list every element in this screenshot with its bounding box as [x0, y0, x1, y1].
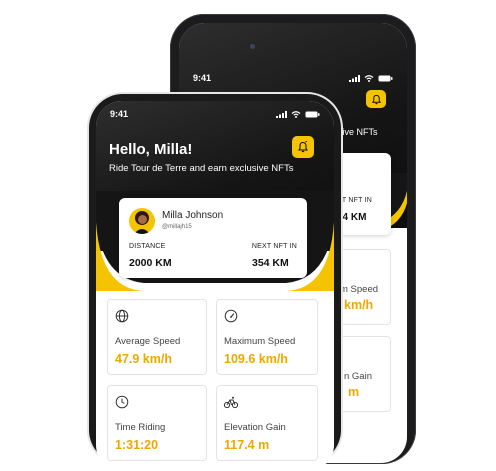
front-status-bar: 9:41	[96, 109, 334, 119]
back-stat-tile-1-value: km/h	[344, 298, 374, 312]
back-next-nft-label: XT NFT IN	[337, 197, 372, 204]
notification-button[interactable]	[292, 136, 314, 158]
distance-label: DISTANCE	[129, 243, 166, 250]
stat-value: 117.4 m	[224, 438, 270, 452]
front-status-time: 9:41	[110, 109, 129, 119]
back-stat-tile-2-value: m	[348, 385, 360, 399]
back-status-time: 9:41	[193, 73, 212, 83]
stat-label: Time Riding	[115, 422, 166, 433]
back-status-icons	[349, 74, 393, 82]
stat-tile-average-speed[interactable]: Average Speed 47.9 km/h	[107, 299, 207, 375]
stat-value: 109.6 km/h	[224, 352, 288, 366]
front-status-icons	[276, 110, 320, 118]
avatar	[129, 208, 155, 234]
back-camera	[250, 44, 255, 49]
back-stat-tile-2-label: n Gain	[344, 371, 372, 382]
stat-value: 1:31:20	[115, 438, 159, 452]
globe-icon	[115, 309, 129, 323]
battery-icon	[378, 75, 393, 81]
bicycle-icon	[223, 396, 239, 409]
front-phone: 9:41 Hello, Milla! Ride Tour de Terre an…	[89, 94, 341, 471]
distance-value: 2000 KM	[129, 257, 172, 269]
avatar-portrait-icon	[134, 211, 150, 234]
back-next-nft-value: 54 KM	[337, 212, 367, 223]
profile-card[interactable]: Milla Johnson @millajh15 DISTANCE 2000 K…	[119, 198, 307, 278]
clock-icon	[115, 395, 129, 409]
front-phone-screen: 9:41 Hello, Milla! Ride Tour de Terre an…	[96, 101, 334, 471]
stat-tile-time-riding[interactable]: Time Riding 1:31:20	[107, 385, 207, 461]
bell-icon	[371, 94, 381, 104]
greeting-subtitle: Ride Tour de Terre and earn exclusive NF…	[109, 163, 294, 174]
greeting-title: Hello, Milla!	[109, 141, 193, 158]
stat-label: Average Speed	[115, 336, 181, 347]
wifi-icon	[291, 110, 301, 118]
profile-handle: @millajh15	[162, 224, 192, 230]
stat-tile-maximum-speed[interactable]: Maximum Speed 109.6 km/h	[216, 299, 318, 375]
bell-icon	[297, 141, 309, 153]
speedometer-icon	[224, 309, 238, 323]
stat-tile-elevation-gain[interactable]: Elevation Gain 117.4 m	[216, 385, 318, 461]
next-nft-value: 354 KM	[252, 257, 289, 269]
back-status-bar: 9:41	[179, 73, 407, 83]
back-notification-button[interactable]	[366, 90, 386, 108]
stat-label: Maximum Speed	[224, 336, 296, 347]
back-stat-tile-1-label: m Speed	[340, 284, 379, 295]
signal-icon	[349, 74, 360, 82]
stat-label: Elevation Gain	[224, 422, 286, 433]
next-nft-label: NEXT NFT IN	[251, 243, 297, 250]
signal-icon	[276, 110, 287, 118]
stat-value: 47.9 km/h	[115, 352, 172, 366]
battery-icon	[305, 111, 320, 117]
profile-name: Milla Johnson	[162, 210, 224, 221]
wifi-icon	[364, 74, 374, 82]
